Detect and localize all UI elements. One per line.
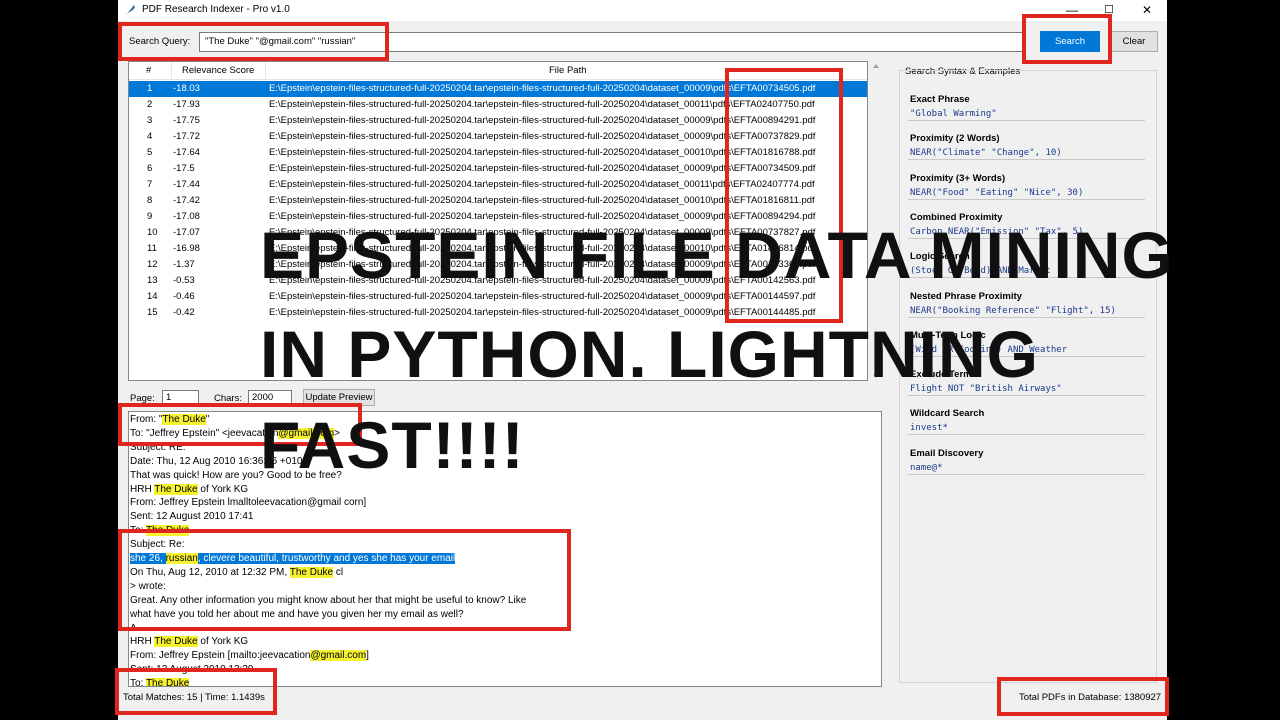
preview-line: Date: Thu, 12 Aug 2010 16:36:56 +0100 [130,456,308,467]
annotation-file-names [725,68,843,323]
window-title: PDF Research Indexer - Pro v1.0 [142,4,290,15]
syntax-example[interactable]: Carbon NEAR("Emission" "Tax", 5) [908,224,1145,239]
header-file-path[interactable]: File Path [549,65,587,76]
syntax-example[interactable]: Flight NOT "British Airways" [908,382,1145,397]
preview-text-segment: of York KG [197,636,249,648]
syntax-example[interactable]: NEAR("Climate" "Change", 10) [908,146,1145,161]
preview-line: From: Jeffrey Epstein [mailto:jeevacatio… [130,650,369,662]
syntax-label: Proximity (2 Words) [910,133,1000,145]
syntax-example[interactable]: (Stock OR Bond) AND Market [908,264,1145,279]
syntax-label: Proximity (3+ Words) [910,172,1006,184]
preview-line: Sent: 12 August 2010 17:41 [130,511,253,522]
row-number: 1 [147,83,153,94]
preview-text-segment: Date: Thu, 12 Aug 2010 16:36:56 +0100 [130,455,309,467]
row-score: -17.64 [173,147,200,158]
syntax-label: Logic Search [910,251,970,263]
syntax-example[interactable]: NEAR("Booking Reference" "Flight", 15) [908,303,1145,318]
syntax-label: Nested Phrase Proximity [910,290,1022,302]
row-score: -0.46 [173,291,195,302]
highlight-text: The Duke [154,483,198,495]
feather-icon [126,5,135,15]
syntax-label: Wildcard Search [910,408,985,420]
row-score: -18.03 [173,83,200,94]
syntax-label: Email Discovery [910,447,984,459]
syntax-panel: Exact Phrase "Global Warming" Proximity (2… [899,70,1157,683]
preview-text-segment: HRH [130,636,155,648]
highlight-text: @gmail.com [310,650,367,662]
results-scrollbar[interactable] [870,61,882,381]
clear-button[interactable]: Clear [1110,31,1158,52]
syntax-example[interactable]: (Wind OR Cooling) AND Weather [908,342,1145,357]
row-score: -17.72 [173,131,200,142]
row-number: 5 [147,147,153,158]
annotation-matches [115,668,277,715]
row-number: 13 [147,275,158,286]
annotation-search-button [1022,14,1112,64]
row-number: 6 [147,163,153,174]
row-number: 7 [147,179,153,190]
row-number: 12 [147,259,158,270]
annotation-from-to [118,403,362,446]
row-number: 11 [147,243,157,254]
syntax-example[interactable]: NEAR("Food" "Eating" "Nice", 30) [908,185,1145,200]
highlight-text: The Duke [154,636,198,648]
preview-text-segment: ] [366,650,369,662]
close-button[interactable]: ✕ [1128,0,1166,21]
row-number: 10 [147,227,158,238]
preview-text-segment: From: Jeffrey Epstein [mailto:jeevacatio… [130,650,311,662]
row-number: 3 [147,115,153,126]
header-relevance[interactable]: Relevance Score [182,65,254,76]
preview-line: That was quick! How are you? Good to be … [130,470,342,481]
annotation-total [997,677,1169,716]
row-score: -0.53 [173,275,195,286]
annotation-search-query [118,22,389,61]
syntax-example[interactable]: name@* [908,460,1145,475]
preview-line: HRH The Duke of York KG [130,483,249,495]
row-number: 8 [147,195,153,206]
preview-text-segment: HRH [130,483,155,495]
row-score: -17.44 [173,179,200,190]
syntax-label: Exact Phrase [910,94,970,105]
row-number: 14 [147,291,158,302]
syntax-label: Multi-Term Logic [910,329,986,341]
preview-line: From: Jeffrey Epstein lmalltoleevacation… [130,497,366,508]
row-number: 15 [147,307,158,318]
syntax-example[interactable]: "Global Warming" [908,107,1145,121]
row-score: -17.07 [173,227,200,238]
row-score: -17.08 [173,211,200,222]
syntax-label: Exclude Terms [910,369,977,381]
row-score: -17.75 [173,115,200,126]
row-number: 9 [147,211,153,222]
preview-line: HRH The Duke of York KG [130,636,249,648]
row-number: 2 [147,99,153,110]
preview-text-segment: From: Jeffrey Epstein lmalltoleevacation… [130,497,367,509]
annotation-subject [118,529,571,631]
syntax-example[interactable]: invest* [908,421,1145,436]
chars-value: 2000 [252,392,274,403]
row-number: 4 [147,131,153,142]
syntax-label: Combined Proximity [910,211,1003,223]
preview-text-segment: Sent: 12 August 2010 17:41 [130,511,254,523]
header-number[interactable]: # [146,65,151,76]
page-value: 1 [166,392,172,403]
row-score: -0.42 [173,307,195,318]
title-bar: PDF Research Indexer - Pro v1.0 — ☐ ✕ [118,0,1167,21]
preview-text-segment: of York KG [197,483,249,495]
row-score: -17.93 [173,99,200,110]
row-score: -16.98 [173,243,200,254]
row-score: -17.42 [173,195,200,206]
row-score: -17.5 [173,163,195,174]
preview-text-segment: That was quick! How are you? Good to be … [130,469,342,481]
row-score: -1.37 [173,259,195,270]
